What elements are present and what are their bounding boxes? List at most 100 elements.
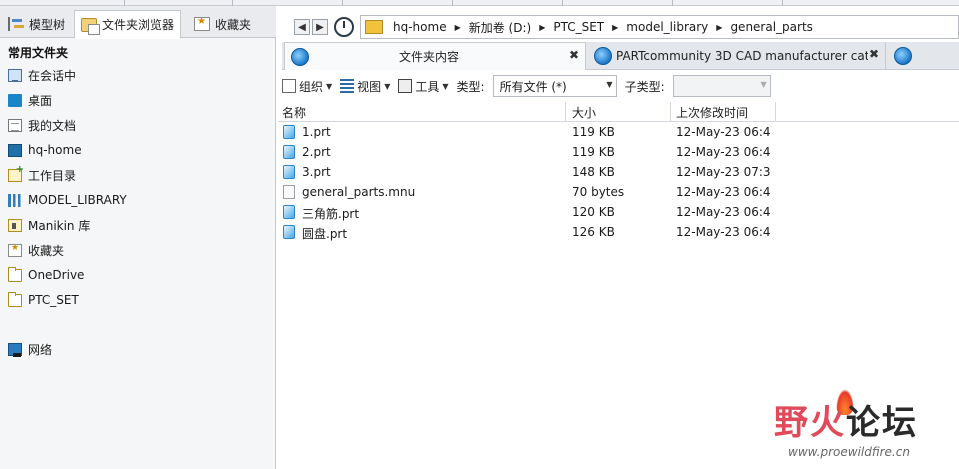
organize-menu-button[interactable]: 组织 ▼ — [282, 78, 332, 95]
file-size: 120 KB — [572, 205, 615, 219]
chevron-down-icon: ▼ — [326, 81, 333, 91]
file-modified: 12-May-23 06:4 — [676, 185, 771, 199]
history-button[interactable] — [334, 17, 354, 37]
views-icon — [340, 79, 355, 93]
tab-folder-browser[interactable]: 文件夹浏览器 — [74, 10, 182, 39]
path-field[interactable]: hq-home ▶ 新加卷 (D:) ▶ PTC_SET ▶ model_lib… — [360, 15, 959, 39]
file-row[interactable]: general_parts.mnu 70 bytes 12-May-23 06:4 — [278, 182, 959, 202]
tools-label: 工具 — [415, 79, 440, 94]
file-modified: 12-May-23 06:4 — [676, 225, 771, 239]
arrow-left-icon: ◀ — [298, 21, 306, 33]
breadcrumb-ptc-set[interactable]: PTC_SET — [553, 20, 604, 34]
column-divider[interactable] — [565, 102, 566, 122]
nav-item-label: 桌面 — [28, 93, 53, 108]
column-header-name[interactable]: 名称 — [282, 104, 306, 121]
column-divider[interactable] — [775, 102, 776, 122]
tab-model-tree-label: 模型树 — [29, 17, 66, 32]
breadcrumb-model-library[interactable]: model_library — [626, 20, 708, 34]
organize-icon — [282, 79, 296, 93]
breadcrumb-hq-home[interactable]: hq-home — [393, 20, 447, 34]
forward-button[interactable]: ▶ — [312, 19, 328, 35]
file-list: 名称 大小 上次修改时间 1.prt 119 KB 12-May-23 06:4 2.… — [278, 102, 959, 242]
file-size: 126 KB — [572, 225, 615, 239]
breadcrumb-separator-icon[interactable]: ▶ — [716, 23, 722, 32]
browser-toolbar: 组织 ▼ 视图 ▼ 工具 ▼ 类型: 所有文件 (*) 子类型: — [282, 72, 959, 100]
column-divider[interactable] — [670, 102, 671, 122]
file-modified: 12-May-23 06:4 — [676, 145, 771, 159]
organize-label: 组织 — [299, 79, 324, 94]
file-row[interactable]: 2.prt 119 KB 12-May-23 06:4 — [278, 142, 959, 162]
nav-item-label: 在会话中 — [28, 68, 77, 83]
part-file-icon — [283, 225, 295, 239]
file-row[interactable]: 1.prt 119 KB 12-May-23 06:4 — [278, 122, 959, 142]
folder-icon — [8, 266, 22, 282]
documents-icon — [8, 118, 22, 132]
breadcrumb-general-parts[interactable]: general_parts — [730, 20, 812, 34]
nav-item-network[interactable]: 网络 — [8, 339, 52, 359]
file-size: 119 KB — [572, 125, 615, 139]
tab-folder-contents-label: 文件夹内容 — [399, 50, 460, 64]
file-name: 圆盘.prt — [302, 227, 348, 241]
nav-item-ptc-set[interactable]: PTC_SET — [8, 290, 79, 310]
browser-tabs: 文件夹内容 ✖ PARTcommunity 3D CAD manufacture… — [282, 42, 959, 70]
column-header-modified[interactable]: 上次修改时间 — [676, 104, 748, 121]
arrow-right-icon: ▶ — [316, 21, 324, 33]
nav-item-label: MODEL_LIBRARY — [28, 193, 127, 207]
common-folders-title: 常用文件夹 — [8, 46, 69, 60]
tab-new[interactable] — [888, 42, 959, 70]
back-button[interactable]: ◀ — [294, 19, 310, 35]
column-header-size[interactable]: 大小 — [572, 104, 596, 121]
folder-browser-icon — [81, 17, 100, 35]
type-label: 类型: — [456, 79, 485, 94]
subtype-select[interactable] — [672, 75, 771, 97]
tab-model-tree[interactable]: 模型树 — [2, 10, 71, 38]
favorites-icon — [8, 243, 22, 257]
type-select[interactable]: 所有文件 (*) — [492, 75, 617, 97]
file-list-rows: 1.prt 119 KB 12-May-23 06:4 2.prt 119 KB 12-M… — [278, 122, 959, 242]
file-modified: 12-May-23 06:4 — [676, 125, 771, 139]
tab-folder-contents[interactable]: 文件夹内容 ✖ — [284, 42, 586, 70]
tools-icon — [398, 79, 413, 93]
part-file-icon — [283, 125, 295, 139]
nav-item-onedrive[interactable]: OneDrive — [8, 265, 84, 285]
breadcrumb-separator-icon[interactable]: ▶ — [455, 23, 461, 32]
nav-item-label: 我的文档 — [28, 118, 77, 133]
nav-item-session[interactable]: 在会话中 — [8, 65, 76, 85]
nav-item-label: 网络 — [28, 342, 53, 357]
watermark-url: www.proewildfire.cn — [788, 445, 910, 459]
file-row[interactable]: 圆盘.prt 126 KB 12-May-23 06:4 — [278, 222, 959, 242]
views-label: 视图 — [357, 79, 382, 94]
nav-item-manikin-library[interactable]: Manikin 库 — [8, 215, 90, 235]
tab-favorites[interactable]: 收藏夹 — [188, 10, 257, 38]
nav-item-hq-home[interactable]: hq-home — [8, 140, 82, 160]
file-name: 2.prt — [302, 145, 331, 159]
file-name: 1.prt — [302, 125, 331, 139]
navigator-pane: 模型树 文件夹浏览器 收藏夹 常用文件夹 在会话中 桌面 我的文档 hq-hom… — [0, 6, 276, 469]
nav-item-desktop[interactable]: 桌面 — [8, 90, 52, 110]
subtype-label: 子类型: — [624, 79, 665, 94]
nav-item-documents[interactable]: 我的文档 — [8, 115, 76, 135]
close-icon[interactable]: ✖ — [569, 48, 579, 62]
nav-item-working-directory[interactable]: 工作目录 — [8, 164, 76, 185]
tools-menu-button[interactable]: 工具 ▼ — [398, 78, 449, 95]
watermark-title-part1: 野火 — [774, 403, 846, 443]
globe-icon — [594, 47, 612, 65]
desktop-icon — [8, 93, 22, 107]
tab-partcommunity[interactable]: PARTcommunity 3D CAD manufacturer cata ✖ — [588, 42, 886, 70]
text-file-icon — [283, 185, 295, 199]
file-row[interactable]: 3.prt 148 KB 12-May-23 07:3 — [278, 162, 959, 182]
views-menu-button[interactable]: 视图 ▼ — [340, 78, 390, 95]
library-icon — [8, 193, 22, 207]
nav-item-model-library[interactable]: MODEL_LIBRARY — [8, 190, 127, 210]
tab-favorites-label: 收藏夹 — [215, 17, 252, 32]
breadcrumb-separator-icon[interactable]: ▶ — [612, 23, 618, 32]
file-size: 119 KB — [572, 145, 615, 159]
folder-icon — [8, 291, 22, 307]
close-icon[interactable]: ✖ — [869, 47, 879, 61]
breadcrumb-separator-icon[interactable]: ▶ — [539, 23, 545, 32]
breadcrumb-drive[interactable]: 新加卷 (D:) — [469, 19, 531, 36]
nav-item-favorites[interactable]: 收藏夹 — [8, 240, 64, 260]
part-file-icon — [283, 145, 295, 159]
chevron-down-icon: ▼ — [384, 81, 391, 91]
file-row[interactable]: 三角筋.prt 120 KB 12-May-23 06:4 — [278, 202, 959, 222]
